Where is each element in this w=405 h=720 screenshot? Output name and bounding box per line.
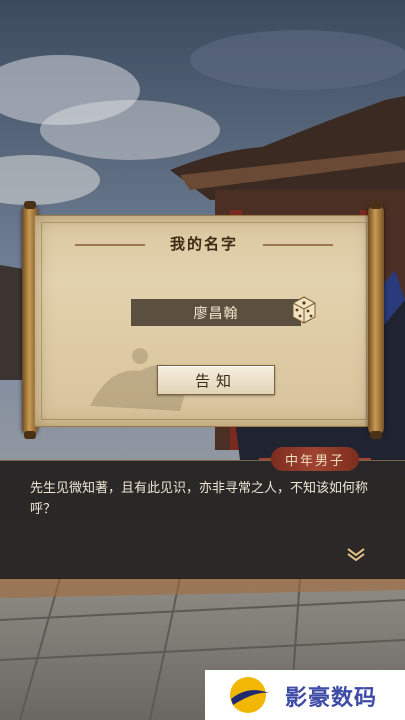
watermark-logo-icon — [230, 677, 269, 713]
scroll-rod-right — [368, 201, 384, 439]
name-scroll-dialog: 我的名字 廖昌翰 告知 — [22, 201, 384, 439]
watermark: 影豪数码 — [205, 670, 405, 720]
watermark-text: 影豪数码 — [285, 686, 378, 711]
dialog-title: 我的名字 — [169, 235, 238, 253]
dice-icon[interactable] — [291, 295, 317, 325]
name-input-field[interactable]: 廖昌翰 — [131, 299, 301, 326]
speaker-name-tag: 中年男子 — [259, 447, 371, 471]
name-value: 廖昌翰 — [193, 305, 239, 322]
confirm-name-button[interactable]: 告知 — [157, 365, 275, 395]
dialogue-text: 先生见微知著，且有此见识，亦非寻常之人，不知该如何称呼？ — [30, 481, 369, 517]
chevron-down-double-icon[interactable] — [346, 548, 366, 562]
scroll-paper: 我的名字 廖昌翰 告知 — [34, 215, 374, 427]
